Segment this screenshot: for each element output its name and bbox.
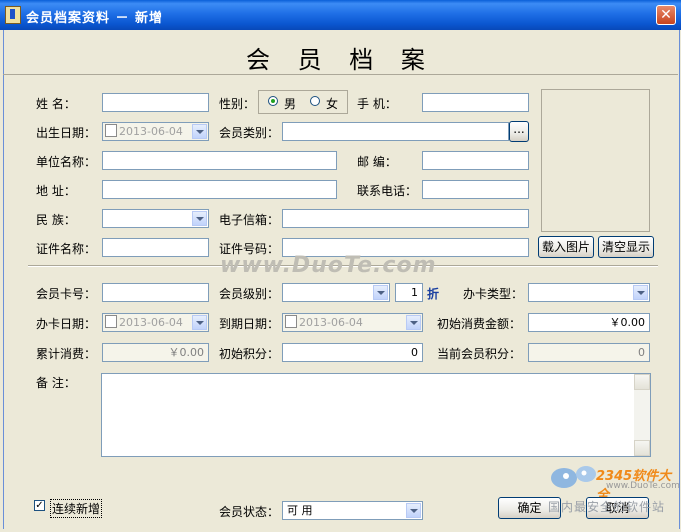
contact-phone-input[interactable]: [422, 180, 529, 199]
ethnic-select[interactable]: [102, 209, 209, 228]
gender-female-label[interactable]: 女: [326, 95, 338, 112]
discount-input[interactable]: 1: [395, 283, 423, 302]
gender-radio-group: 男 女: [258, 90, 348, 114]
address-input[interactable]: [102, 180, 337, 199]
address-label: 地 址：: [36, 184, 76, 198]
current-points-label: 当前会员积分：: [437, 347, 522, 361]
ethnic-label: 民 族：: [36, 213, 76, 227]
member-status-select[interactable]: 可 用: [282, 501, 423, 520]
birth-date-picker[interactable]: 2013-06-04: [102, 122, 209, 141]
logo-slogan: 国内最安全的软件站: [548, 500, 666, 514]
member-type-label: 会员类别：: [219, 126, 280, 140]
remark-label: 备 注：: [36, 376, 76, 390]
id-name-input[interactable]: [102, 238, 209, 257]
chevron-down-icon[interactable]: [406, 503, 421, 518]
issue-date-value: 2013-06-04: [119, 316, 183, 329]
name-label: 姓 名：: [36, 97, 76, 111]
card-type-select[interactable]: [528, 283, 650, 302]
birth-date-label: 出生日期：: [36, 126, 97, 140]
continue-add-label[interactable]: 连续新增: [50, 499, 103, 518]
id-name-label: 证件名称：: [36, 242, 97, 256]
email-input[interactable]: [282, 209, 529, 228]
scroll-up-icon[interactable]: [634, 374, 650, 390]
member-status-label: 会员状态：: [219, 505, 280, 519]
form-header: 会 员 档 案: [3, 30, 678, 75]
remark-scrollbar[interactable]: [634, 374, 650, 456]
mobile-input[interactable]: [422, 93, 529, 112]
zip-input[interactable]: [422, 151, 529, 170]
expire-date-checkbox[interactable]: [285, 315, 297, 328]
title-bar[interactable]: 会员档案资料 － 新增 ✕: [0, 0, 681, 30]
initial-amount-label: 初始消费金额：: [437, 317, 522, 331]
total-spend-value: ￥0.00: [102, 343, 209, 362]
card-type-label: 办卡类型：: [463, 287, 524, 301]
expire-date-picker[interactable]: 2013-06-04: [282, 313, 423, 332]
initial-points-label: 初始积分：: [219, 347, 280, 361]
remark-textarea[interactable]: [101, 373, 651, 457]
member-level-select[interactable]: [282, 283, 390, 302]
total-spend-label: 累计消费：: [36, 347, 97, 361]
member-type-browse-button[interactable]: ...: [509, 121, 529, 142]
member-type-input[interactable]: [282, 122, 509, 141]
initial-amount-input[interactable]: ￥0.00: [528, 313, 650, 332]
chevron-down-icon[interactable]: [373, 285, 388, 300]
company-label: 单位名称：: [36, 155, 97, 169]
initial-points-input[interactable]: 0: [282, 343, 423, 362]
app-icon: [5, 6, 21, 24]
photo-box: [541, 89, 650, 232]
continue-add-checkbox[interactable]: ✓: [34, 500, 45, 511]
app-window: 会员档案资料 － 新增 ✕ 会 员 档 案 姓 名： 性别： 男 女 手 机： …: [0, 0, 681, 532]
page-title: 会 员 档 案: [246, 46, 435, 74]
clear-photo-button[interactable]: 清空显示: [598, 236, 654, 258]
email-label: 电子信箱：: [219, 213, 280, 227]
gender-male-radio[interactable]: [268, 96, 278, 106]
gender-female-radio[interactable]: [310, 96, 320, 106]
member-level-label: 会员级别：: [219, 287, 280, 301]
chevron-down-icon[interactable]: [192, 124, 207, 139]
birth-date-checkbox[interactable]: [105, 124, 117, 137]
logo-url: www.DuoTe.com: [606, 481, 680, 491]
current-points-value: 0: [528, 343, 650, 362]
birth-date-value: 2013-06-04: [119, 125, 183, 138]
mobile-label: 手 机：: [357, 97, 397, 111]
member-status-value: 可 用: [287, 504, 313, 517]
zip-label: 邮 编：: [357, 155, 397, 169]
contact-phone-label: 联系电话：: [357, 184, 418, 198]
issue-date-picker[interactable]: 2013-06-04: [102, 313, 209, 332]
chevron-down-icon[interactable]: [406, 315, 421, 330]
company-input[interactable]: [102, 151, 337, 170]
card-number-label: 会员卡号：: [36, 287, 97, 301]
expire-date-value: 2013-06-04: [299, 316, 363, 329]
card-number-input[interactable]: [102, 283, 209, 302]
gender-male-label[interactable]: 男: [284, 95, 296, 112]
gender-label: 性别：: [219, 97, 256, 111]
chevron-down-icon[interactable]: [192, 211, 207, 226]
scroll-down-icon[interactable]: [634, 440, 650, 456]
name-input[interactable]: [102, 93, 209, 112]
issue-date-label: 办卡日期：: [36, 317, 97, 331]
chevron-down-icon[interactable]: [633, 285, 648, 300]
watermark-text: www.DuoTe.com: [220, 253, 437, 278]
load-photo-button[interactable]: 载入图片: [538, 236, 594, 258]
window-title: 会员档案资料 － 新增: [26, 11, 164, 26]
issue-date-checkbox[interactable]: [105, 315, 117, 328]
expire-date-label: 到期日期：: [219, 317, 280, 331]
discount-unit: 折: [427, 287, 440, 301]
chevron-down-icon[interactable]: [192, 315, 207, 330]
close-button[interactable]: ✕: [656, 5, 676, 25]
